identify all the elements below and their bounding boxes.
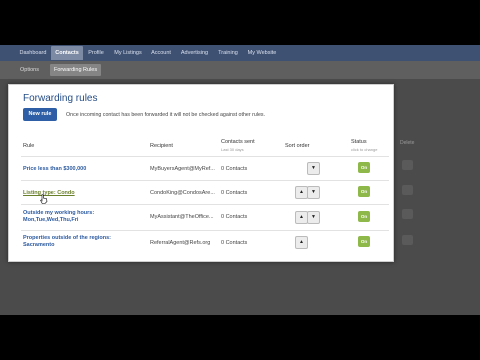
hand-cursor-icon [40,194,48,204]
main-navbar: Dashboard Contacts Profile My Listings A… [0,45,480,61]
table-row: Outside my working hours: Mon,Tue,Wed,Th… [21,204,389,231]
bg-delete-button [402,235,413,245]
nav-tab-my-listings[interactable]: My Listings [110,46,146,60]
subtab-options[interactable]: Options [16,64,43,76]
status-toggle[interactable]: On [358,236,370,247]
nav-tab-contacts[interactable]: Contacts [51,46,83,60]
col-header-sort-order: Sort order [285,143,310,149]
video-frame: Dashboard Contacts Profile My Listings A… [0,0,480,360]
table-row: Price less than $300,000 MyBuyersAgent@M… [21,156,389,181]
status-toggle[interactable]: On [358,186,370,197]
col-header-status: Status [351,139,367,145]
recipient-text: ReferralAgent@Refs.org [150,240,211,246]
rule-link[interactable]: Outside my working hours: Mon,Tue,Wed,Th… [23,210,143,224]
bg-delete-header: Delete [400,140,415,146]
new-rule-button[interactable]: New rule [23,108,57,121]
col-header-recipient: Recipient [150,143,173,149]
recipient-text: CondoKing@CondosAre... [150,190,215,196]
sort-down-button[interactable]: ▼ [307,186,320,199]
table-row: Listing type: Condo CondoKing@CondosAre.… [21,180,389,205]
sort-down-button[interactable]: ▼ [307,162,320,175]
recipient-text: MyAssistant@TheOffice... [150,214,214,220]
recipient-text: MyBuyersAgent@MyRef... [150,166,215,172]
page-title: Forwarding rules [23,93,98,104]
forwarding-rules-panel: Forwarding rules New rule Once incoming … [8,84,394,262]
contacts-count: 0 Contacts [221,240,248,246]
nav-tab-account[interactable]: Account [147,46,175,60]
sort-up-button[interactable]: ▲ [295,236,308,249]
nav-tab-dashboard[interactable]: Dashboard [16,46,50,60]
letterbox-top [0,0,480,45]
subtab-forwarding-rules[interactable]: Forwarding Rules [50,64,102,76]
sort-down-button[interactable]: ▼ [307,211,320,224]
contacts-count: 0 Contacts [221,166,248,172]
contacts-count: 0 Contacts [221,190,248,196]
nav-tab-training[interactable]: Training [214,46,242,60]
sub-navbar: Options Forwarding Rules [0,61,480,79]
status-toggle[interactable]: On [358,162,370,173]
bg-delete-button [402,185,413,195]
rule-link[interactable]: Properties outside of the regions: Sacra… [23,235,143,249]
col-subheader-contacts-sent: Last 30 days [221,147,244,152]
nav-tab-my-website[interactable]: My Website [243,46,281,60]
col-header-rule: Rule [23,143,35,149]
rules-hint-text: Once incoming contact has been forwarded… [66,112,266,118]
table-row: Properties outside of the regions: Sacra… [21,230,389,257]
letterbox-bottom [0,315,480,360]
contacts-count: 0 Contacts [221,214,248,220]
rule-link[interactable]: Price less than $300,000 [23,166,143,173]
bg-delete-button [402,160,413,170]
status-toggle[interactable]: On [358,211,370,222]
nav-tab-profile[interactable]: Profile [84,46,108,60]
col-subheader-status: click to change [351,147,378,152]
bg-delete-button [402,209,413,219]
nav-tab-advertising[interactable]: Advertising [176,46,213,60]
col-header-contacts-sent: Contacts sent [221,139,255,145]
